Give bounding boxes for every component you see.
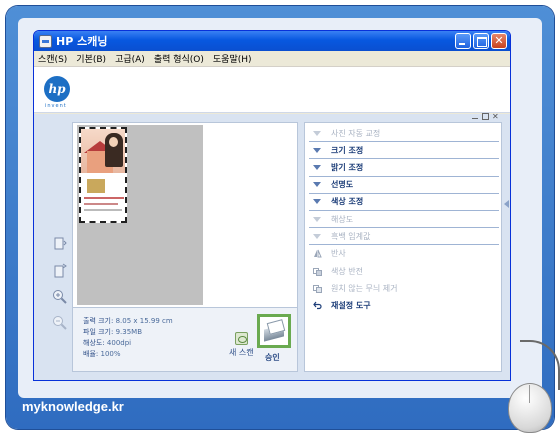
menu-output-format[interactable]: 출력 형식(O) — [154, 52, 204, 65]
output-size-label: 출력 크기: — [83, 317, 114, 325]
menu-bar: 스캔(S) 기본(B) 고급(A) 출력 형식(O) 도움말(H) — [34, 51, 510, 67]
scale-label: 배율: — [83, 350, 99, 358]
window-title: HP 스캐닝 — [56, 35, 108, 48]
task-auto-photo-fix[interactable]: 사진 자동 교정 — [309, 125, 499, 143]
zoom-in-icon[interactable] — [52, 289, 68, 305]
site-watermark: myknowledge.kr — [22, 399, 124, 414]
mouse-illustration — [508, 383, 552, 433]
photo-face — [109, 137, 118, 147]
accept-label: 승인 — [265, 353, 280, 362]
task-label: 색상 반전 — [331, 266, 363, 276]
expand-triangle-icon — [313, 130, 321, 136]
task-sharpness[interactable]: 선명도 — [309, 177, 499, 194]
maximize-button[interactable] — [473, 33, 489, 49]
task-descreen[interactable]: 원치 않는 무늬 제거 — [309, 280, 499, 297]
task-list: 사진 자동 교정 크기 조정 밝기 조정 선명도 색상 조정 해상도 흑백 임계… — [309, 125, 499, 314]
task-bw-threshold[interactable]: 흑백 임계값 — [309, 228, 499, 246]
expand-triangle-icon — [313, 216, 321, 222]
close-icon: ✕ — [494, 34, 504, 47]
task-label: 반사 — [331, 249, 346, 259]
hp-logo-text: hp — [48, 82, 66, 96]
logo-strip: hp invent — [34, 67, 510, 113]
menu-scan[interactable]: 스캔(S) — [38, 52, 67, 65]
minimize-button[interactable] — [455, 33, 471, 49]
photo-caption-line — [84, 209, 122, 211]
close-button[interactable]: ✕ — [491, 33, 507, 49]
scan-preview-area[interactable] — [75, 125, 296, 307]
menu-basic[interactable]: 기본(B) — [76, 52, 106, 65]
task-label: 해상도 — [331, 214, 354, 224]
file-size-value: 9.35MB — [115, 328, 143, 336]
expand-triangle-icon — [313, 182, 321, 188]
accept-button[interactable]: 승인 — [257, 314, 291, 370]
title-bar[interactable]: HP 스캐닝 ✕ — [34, 31, 510, 51]
task-resolution[interactable]: 해상도 — [309, 211, 499, 229]
hp-logo: hp — [44, 76, 70, 102]
main-content: 출력 크기: 8.05 x 15.99 cm 파일 크기: 9.35MB 해상도… — [34, 113, 510, 380]
new-scan-label: 새 스캔 — [229, 348, 254, 357]
task-mirror[interactable]: 반사 — [309, 245, 499, 262]
rotate-right-icon[interactable] — [52, 263, 68, 279]
invert-icon — [313, 267, 322, 276]
file-size-info: 파일 크기: 9.35MB — [83, 327, 142, 337]
new-scan-button[interactable]: 새 스캔 — [229, 332, 254, 368]
pane-controls: ✕ — [472, 113, 499, 121]
task-reset-tools[interactable]: 재설정 도구 — [309, 297, 499, 314]
expand-triangle-icon — [313, 199, 321, 205]
file-size-label: 파일 크기: — [83, 328, 114, 336]
preview-panel: 출력 크기: 8.05 x 15.99 cm 파일 크기: 9.35MB 해상도… — [72, 122, 298, 372]
rotate-left-icon[interactable] — [52, 236, 68, 252]
expand-triangle-icon — [313, 147, 321, 153]
photo-object — [87, 179, 105, 193]
pane-maximize-icon[interactable] — [482, 113, 489, 120]
photo-caption-line — [84, 203, 118, 205]
undo-icon — [313, 301, 322, 310]
new-scan-icon — [235, 332, 248, 345]
task-color-adjust[interactable]: 색상 조정 — [309, 194, 499, 211]
task-label: 색상 조정 — [331, 197, 364, 207]
task-label: 사진 자동 교정 — [331, 128, 381, 138]
output-size-value: 8.05 x 15.99 cm — [115, 317, 173, 325]
task-brightness[interactable]: 밝기 조정 — [309, 159, 499, 177]
hp-scanning-window: HP 스캐닝 ✕ 스캔(S) 기본(B) 고급(A) 출력 형식(O) 도움말(… — [33, 30, 511, 381]
resolution-info: 해상도: 400dpi — [83, 338, 131, 348]
task-invert-colors[interactable]: 색상 반전 — [309, 263, 499, 280]
task-label: 원치 않는 무늬 제거 — [331, 283, 398, 293]
pane-close-icon[interactable]: ✕ — [492, 113, 499, 121]
menu-help[interactable]: 도움말(H) — [213, 52, 252, 65]
scan-info-area: 출력 크기: 8.05 x 15.99 cm 파일 크기: 9.35MB 해상도… — [73, 307, 297, 371]
pane-minimize-icon[interactable] — [472, 113, 479, 120]
scale-value: 100% — [100, 350, 121, 358]
output-size-info: 출력 크기: 8.05 x 15.99 cm — [83, 316, 173, 326]
expand-triangle-icon — [313, 233, 321, 239]
task-label: 재설정 도구 — [331, 300, 371, 310]
scanned-image-selection[interactable] — [79, 127, 127, 223]
descreen-icon — [313, 284, 322, 293]
task-label: 크기 조정 — [331, 145, 364, 155]
scale-info: 배율: 100% — [83, 349, 121, 359]
collapse-pane-arrow-icon[interactable] — [504, 200, 509, 208]
mirror-icon — [314, 250, 322, 258]
scanner-accept-icon — [257, 314, 291, 348]
scanner-app-icon — [39, 34, 52, 48]
task-label: 선명도 — [331, 180, 354, 190]
task-label: 흑백 임계값 — [331, 231, 371, 241]
task-resize[interactable]: 크기 조정 — [309, 142, 499, 160]
expand-triangle-icon — [313, 164, 321, 170]
resolution-label: 해상도: — [83, 339, 105, 347]
mouse-button-split — [529, 385, 530, 403]
hp-tagline: invent — [45, 103, 67, 109]
adjustment-task-pane: ✕ 사진 자동 교정 크기 조정 밝기 조정 선명도 색상 조정 해상도 흑백 … — [304, 113, 502, 372]
zoom-out-icon[interactable] — [52, 315, 68, 331]
task-label: 밝기 조정 — [331, 162, 364, 172]
photo-caption — [84, 197, 124, 199]
menu-advanced[interactable]: 고급(A) — [115, 52, 145, 65]
resolution-value: 400dpi — [106, 339, 132, 347]
